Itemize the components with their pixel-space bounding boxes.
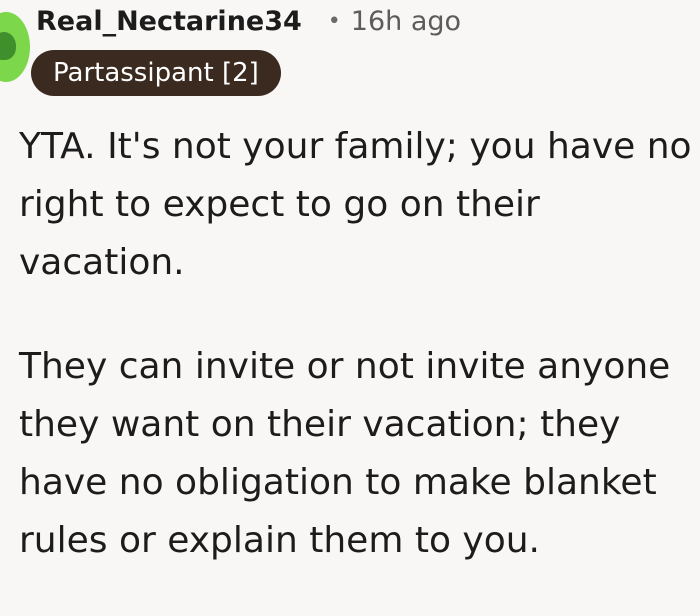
comment-paragraph: They can invite or not invite anyone the… (19, 346, 671, 561)
comment-header: Real_Nectarine34 • 16h ago (36, 0, 461, 44)
comment-paragraph: YTA. It's not your family; you have no r… (19, 126, 692, 283)
avatar-figure-icon (0, 32, 16, 60)
comment-body: YTA. It's not your family; you have no r… (19, 118, 694, 616)
avatar[interactable] (0, 12, 30, 82)
username-link[interactable]: Real_Nectarine34 (36, 0, 302, 44)
user-flair-badge: Partassipant [2] (31, 50, 281, 96)
separator-dot: • (327, 9, 341, 34)
comment: Real_Nectarine34 • 16h ago Partassipant … (0, 0, 700, 563)
timestamp[interactable]: 16h ago (351, 0, 461, 44)
